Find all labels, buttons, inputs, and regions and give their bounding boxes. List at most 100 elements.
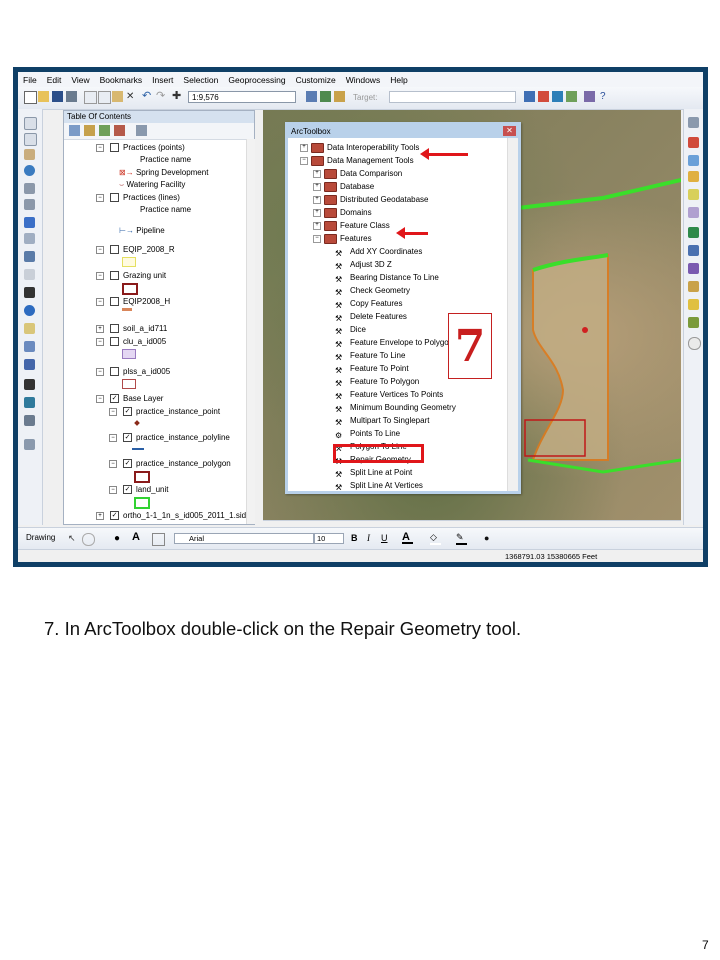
- find-icon[interactable]: [688, 117, 699, 128]
- edit-vertices-icon[interactable]: [152, 533, 165, 546]
- add-data-icon[interactable]: ✚: [172, 91, 183, 102]
- collapse-icon[interactable]: −: [109, 485, 117, 494]
- map-scale-combo[interactable]: 1:9,576: [188, 91, 296, 103]
- menu-geoprocessing[interactable]: Geoprocessing: [223, 75, 290, 85]
- table-of-contents-icon[interactable]: [320, 91, 331, 102]
- tool-minimum-bounding-geometry[interactable]: ⚒ Minimum Bounding Geometry: [335, 401, 456, 414]
- undo-icon[interactable]: ↶: [142, 91, 153, 102]
- tool-feature-to-polygon[interactable]: ⚒ Feature To Polygon: [335, 375, 419, 388]
- list-by-selection-icon[interactable]: [114, 125, 125, 136]
- select-elements-icon[interactable]: ↖: [68, 533, 79, 544]
- redo-icon[interactable]: ↷: [156, 91, 167, 102]
- font-name-combo[interactable]: Arial: [174, 533, 314, 544]
- arctoolbox-scrollbar[interactable]: [507, 138, 518, 491]
- tool-multipart-to-singlepart[interactable]: ⚒ Multipart To Singlepart: [335, 414, 429, 427]
- toolbox-data-interoperability[interactable]: + Data Interoperability Tools: [300, 141, 419, 154]
- delete-icon[interactable]: ✕: [126, 91, 137, 102]
- toc-layer-practices-points[interactable]: − Practices (points): [96, 142, 185, 154]
- layer-checkbox[interactable]: ✓: [123, 459, 132, 469]
- time-slider-icon[interactable]: [24, 415, 35, 426]
- find-icon[interactable]: [24, 379, 35, 390]
- tool-feature-vertices-to-points[interactable]: ⚒ Feature Vertices To Points: [335, 388, 443, 401]
- measure-icon[interactable]: [584, 91, 595, 102]
- toc-layer-grazing-unit[interactable]: − Grazing unit: [96, 270, 166, 282]
- fixed-zoom-in-icon[interactable]: [24, 183, 35, 194]
- html-popup-icon[interactable]: [24, 341, 35, 352]
- toc-layer-practice-instance-polygon[interactable]: − ✓ practice_instance_polygon: [109, 458, 231, 470]
- new-document-icon[interactable]: [24, 91, 37, 104]
- toc-layer-ortho-raster[interactable]: + ✓ ortho_1-1_1n_s_id005_2011_1.sid: [96, 510, 246, 522]
- select-elements-icon[interactable]: [24, 287, 35, 298]
- zoom-in-icon[interactable]: [24, 117, 37, 130]
- menu-insert[interactable]: Insert: [147, 75, 178, 85]
- arctoolbox-window[interactable]: ArcToolbox ✕ + Data Interoperability Tool…: [285, 122, 521, 494]
- collapse-icon[interactable]: −: [96, 394, 104, 403]
- layer-icon[interactable]: [688, 155, 699, 166]
- underline-button[interactable]: U: [381, 533, 388, 543]
- menu-bookmarks[interactable]: Bookmarks: [95, 75, 148, 85]
- toolset-features[interactable]: − Features: [313, 232, 372, 245]
- tool-copy-features[interactable]: ⚒ Copy Features: [335, 297, 402, 310]
- go-to-xy-icon[interactable]: [24, 397, 35, 408]
- raster-icon[interactable]: [688, 137, 699, 148]
- layer-checkbox[interactable]: [110, 297, 119, 307]
- bold-button[interactable]: B: [351, 533, 358, 543]
- fill-color-icon[interactable]: ◇: [430, 532, 441, 545]
- hyperlink-icon[interactable]: [24, 323, 35, 334]
- collapse-icon[interactable]: −: [109, 459, 117, 468]
- expand-icon[interactable]: +: [313, 169, 321, 178]
- toc-layer-practice-instance-polyline[interactable]: − ✓ practice_instance_polyline: [109, 432, 230, 444]
- menu-edit[interactable]: Edit: [42, 75, 67, 85]
- toc-group-base-layer[interactable]: − ✓ Base Layer: [96, 393, 163, 405]
- line-color-icon[interactable]: ✎: [456, 532, 467, 545]
- tool-delete-features[interactable]: ⚒ Delete Features: [335, 310, 407, 323]
- star-icon[interactable]: [688, 299, 699, 310]
- layer-checkbox[interactable]: ✓: [123, 485, 132, 495]
- toc-layer-eqip-2008-r[interactable]: − EQIP_2008_R: [96, 244, 175, 256]
- toolset-distributed-geodatabase[interactable]: + Distributed Geodatabase: [313, 193, 429, 206]
- toc-layer-plss[interactable]: − plss_a_id005: [96, 366, 170, 378]
- list-by-drawing-order-icon[interactable]: [69, 125, 80, 136]
- select-features-icon[interactable]: [24, 251, 35, 262]
- tool-split-line-at-point[interactable]: ⚒ Split Line at Point: [335, 466, 412, 479]
- tool-feature-to-point[interactable]: ⚒ Feature To Point: [335, 362, 409, 375]
- tool-feature-to-line[interactable]: ⚒ Feature To Line: [335, 349, 405, 362]
- layer-checkbox[interactable]: [110, 324, 119, 334]
- tool-add-xy-coordinates[interactable]: ⚒ Add XY Coordinates: [335, 245, 422, 258]
- buffer-icon[interactable]: [688, 245, 699, 256]
- paste-icon[interactable]: [112, 91, 123, 102]
- catalog-icon[interactable]: [334, 91, 345, 102]
- cut-icon[interactable]: [84, 91, 97, 104]
- tool-adjust-3d-z[interactable]: ⚒ Adjust 3D Z: [335, 258, 392, 271]
- dem-icon[interactable]: [688, 227, 699, 238]
- menu-help[interactable]: Help: [385, 75, 412, 85]
- expand-icon[interactable]: +: [313, 182, 321, 191]
- layer-checkbox[interactable]: ✓: [110, 394, 119, 404]
- copy-icon[interactable]: [98, 91, 111, 104]
- layer-checkbox[interactable]: [110, 143, 119, 153]
- search-icon[interactable]: [524, 91, 535, 102]
- toolset-feature-class[interactable]: + Feature Class: [313, 219, 390, 232]
- layer-checkbox[interactable]: ✓: [123, 433, 132, 443]
- python-window-icon[interactable]: [552, 91, 563, 102]
- measure-tool-icon[interactable]: [24, 359, 35, 370]
- collapse-icon[interactable]: −: [96, 271, 104, 280]
- tool-bearing-distance-to-line[interactable]: ⚒ Bearing Distance To Line: [335, 271, 439, 284]
- layer-checkbox[interactable]: ✓: [110, 511, 119, 521]
- list-by-visibility-icon[interactable]: [99, 125, 110, 136]
- zoom-out-icon[interactable]: [24, 133, 37, 146]
- toc-scrollbar[interactable]: [246, 139, 255, 524]
- tool-split-line-at-vertices[interactable]: ⚒ Split Line At Vertices: [335, 479, 423, 492]
- swipe-icon[interactable]: [688, 171, 699, 182]
- tool-points-to-line[interactable]: ⚙ Points To Line: [335, 427, 400, 440]
- marker-color-icon[interactable]: ●: [484, 533, 495, 544]
- collapse-icon[interactable]: −: [109, 433, 117, 442]
- toc-layer-eqip2008-h[interactable]: − EQIP2008_H: [96, 296, 170, 308]
- forward-extent-icon[interactable]: [24, 233, 35, 244]
- font-color-icon[interactable]: A: [402, 531, 413, 544]
- tool-check-geometry[interactable]: ⚒ Check Geometry: [335, 284, 410, 297]
- overlay-icon[interactable]: [688, 263, 699, 274]
- expand-icon[interactable]: +: [96, 511, 104, 520]
- italic-button[interactable]: I: [367, 533, 370, 543]
- clip-icon[interactable]: [688, 207, 699, 218]
